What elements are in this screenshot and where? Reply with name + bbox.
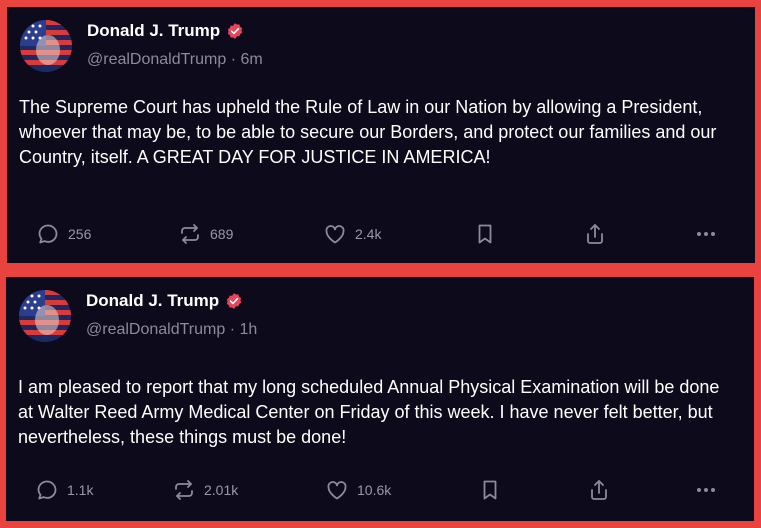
post-meta: @realDonaldTrump · 1h — [86, 321, 257, 339]
verified-badge-icon — [225, 292, 243, 310]
bookmark-button[interactable] — [478, 475, 502, 505]
reply-count: 256 — [68, 226, 92, 242]
repost-icon — [175, 480, 193, 500]
more-options-button[interactable] — [694, 219, 718, 249]
share-icon — [591, 480, 607, 500]
verified-badge-icon — [226, 22, 244, 40]
reply-button[interactable]: 1.1k — [35, 475, 93, 505]
bookmark-icon — [483, 480, 497, 500]
author-name[interactable]: Donald J. Trump — [86, 291, 219, 311]
post-text: I am pleased to report that my long sche… — [18, 377, 720, 447]
share-icon — [587, 224, 603, 244]
author-handle[interactable]: @realDonaldTrump — [86, 321, 225, 338]
repost-count: 689 — [210, 226, 234, 242]
more-icon — [697, 488, 715, 492]
repost-count: 2.01k — [204, 482, 239, 498]
repost-button[interactable]: 2.01k — [172, 475, 238, 505]
meta-separator: · — [229, 321, 236, 338]
like-button[interactable]: 2.4k — [323, 219, 381, 249]
post-actions: 1.1k 2.01k 10.6k — [6, 475, 754, 505]
meta-separator: · — [230, 51, 237, 68]
post-card[interactable]: Donald J. Trump @realDonaldTrump · 1h I … — [6, 277, 754, 521]
reply-count: 1.1k — [67, 482, 94, 498]
author-name[interactable]: Donald J. Trump — [87, 21, 220, 41]
post-time[interactable]: 1h — [240, 321, 258, 338]
post-time[interactable]: 6m — [241, 51, 263, 68]
share-button[interactable] — [587, 475, 611, 505]
like-count: 10.6k — [357, 482, 392, 498]
like-button[interactable]: 10.6k — [325, 475, 391, 505]
repost-button[interactable]: 689 — [178, 219, 233, 249]
post-card[interactable]: Donald J. Trump @realDonaldTrump · 6m Th… — [7, 7, 755, 263]
author-handle[interactable]: @realDonaldTrump — [87, 51, 226, 68]
more-options-button[interactable] — [694, 475, 718, 505]
avatar[interactable] — [20, 20, 72, 72]
post-actions: 256 689 2.4k — [7, 219, 755, 249]
like-count: 2.4k — [355, 226, 382, 242]
post-meta: @realDonaldTrump · 6m — [87, 51, 263, 69]
reply-button[interactable]: 256 — [36, 219, 91, 249]
like-icon — [325, 225, 345, 244]
avatar[interactable] — [19, 290, 71, 342]
reply-icon — [37, 480, 57, 500]
repost-icon — [181, 224, 199, 244]
more-icon — [697, 232, 715, 236]
bookmark-button[interactable] — [473, 219, 497, 249]
reply-icon — [38, 224, 58, 244]
bookmark-icon — [478, 224, 492, 244]
like-icon — [327, 481, 347, 500]
share-button[interactable] — [583, 219, 607, 249]
post-text: The Supreme Court has upheld the Rule of… — [19, 97, 717, 167]
